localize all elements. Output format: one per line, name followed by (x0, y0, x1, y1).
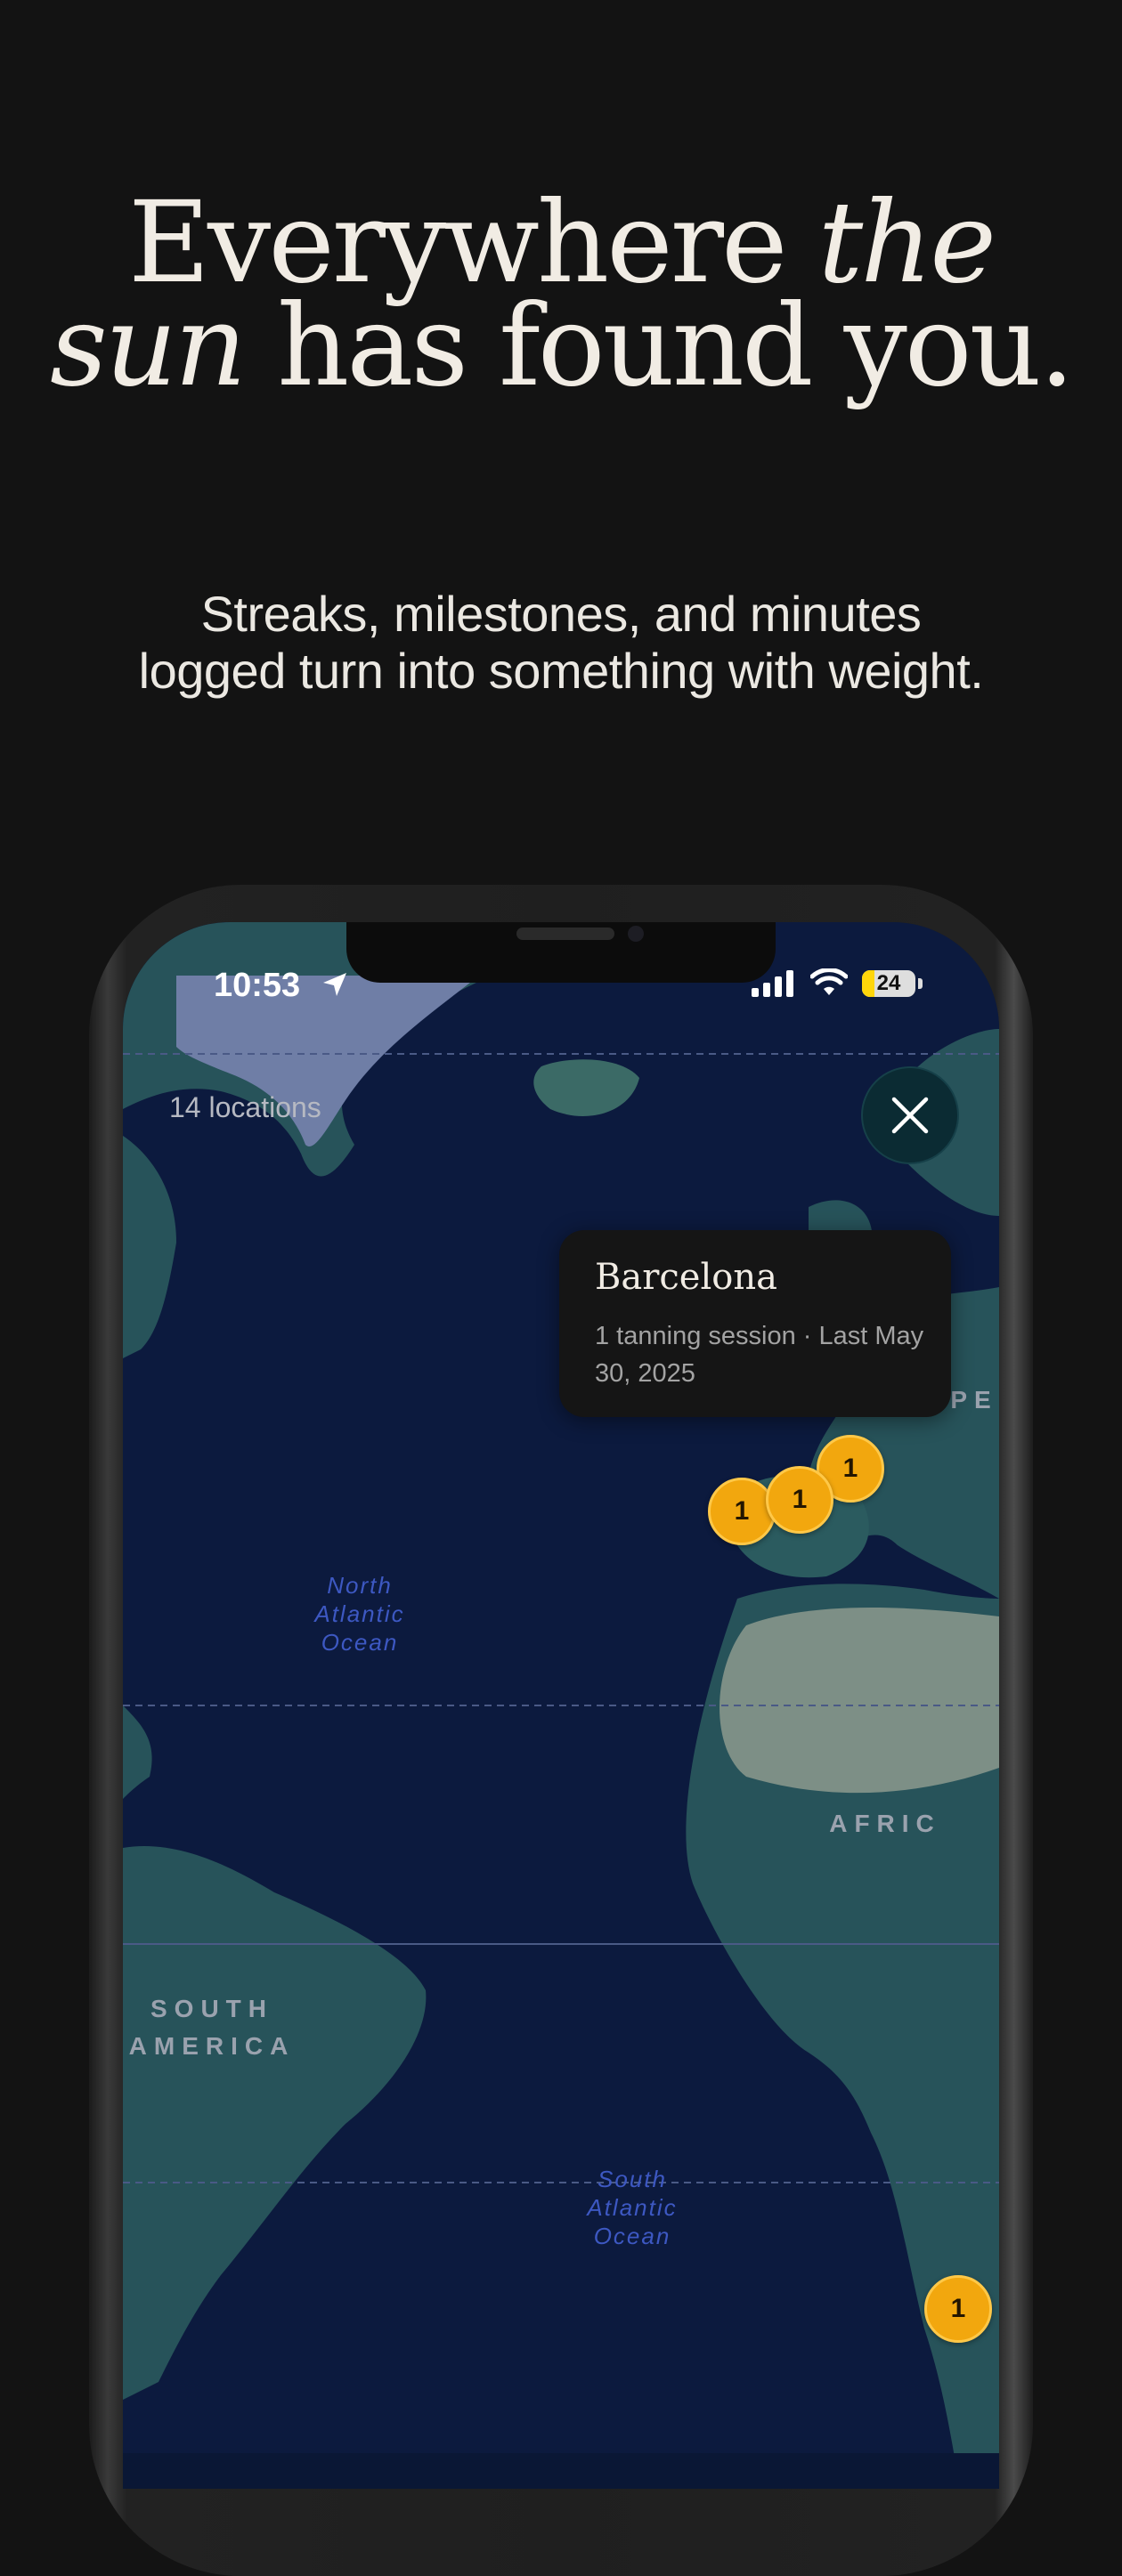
headline: Everywhere the sun has found you. (0, 187, 1122, 402)
south-atlantic-line-2: Atlantic (585, 2194, 677, 2221)
map-marker[interactable]: 1 (708, 1478, 776, 1545)
europe-label: PE (950, 1386, 997, 1414)
phone-screen: North Atlantic Ocean South Atlantic Ocean SO… (123, 922, 999, 2489)
battery-cap (918, 978, 923, 989)
africa-label: AFRIC (829, 1810, 941, 1837)
notch (346, 922, 776, 983)
location-count: 14 locations (169, 1091, 321, 1123)
location-arrow-icon (323, 973, 346, 996)
headline-part-4: has found you. (244, 280, 1075, 411)
north-atlantic-line-1: North (327, 1572, 393, 1599)
south-america-line-2: AMERICA (129, 2032, 296, 2060)
location-popup[interactable]: Barcelona 1 tanning session · Last May 3… (559, 1230, 951, 1417)
south-america-line-1: SOUTH (150, 1995, 273, 2022)
south-atlantic-line-3: Ocean (594, 2223, 671, 2249)
wifi-icon (810, 968, 848, 995)
sahara-desert (720, 1608, 999, 1794)
map-marker[interactable]: 1 (766, 1466, 833, 1534)
close-button[interactable] (861, 1066, 959, 1164)
cellular-signal-icon (752, 970, 793, 997)
battery-percent: 24 (876, 971, 901, 995)
map-marker[interactable]: 1 (924, 2275, 992, 2343)
north-atlantic-line-2: Atlantic (313, 1600, 404, 1627)
south-atlantic-line-1: South (598, 2166, 667, 2192)
north-atlantic-label: North Atlantic Ocean (313, 1572, 404, 1656)
battery-icon: 24 (862, 970, 915, 997)
close-icon (891, 1097, 929, 1134)
popup-detail: 1 tanning session · Last May 30, 2025 (595, 1322, 924, 1388)
south-atlantic-label: South Atlantic Ocean (585, 2166, 677, 2249)
speaker-grille (516, 928, 614, 940)
world-map[interactable]: North Atlantic Ocean South Atlantic Ocean SO… (123, 922, 999, 2489)
status-time: 10:53 (214, 967, 301, 1004)
popup-title: Barcelona (595, 1257, 777, 1298)
front-camera (628, 926, 644, 942)
headline-italic-sun: sun (50, 280, 247, 411)
subhead: Streaks, milestones, and minutes logged … (138, 586, 984, 699)
north-atlantic-line-3: Ocean (321, 1629, 399, 1656)
